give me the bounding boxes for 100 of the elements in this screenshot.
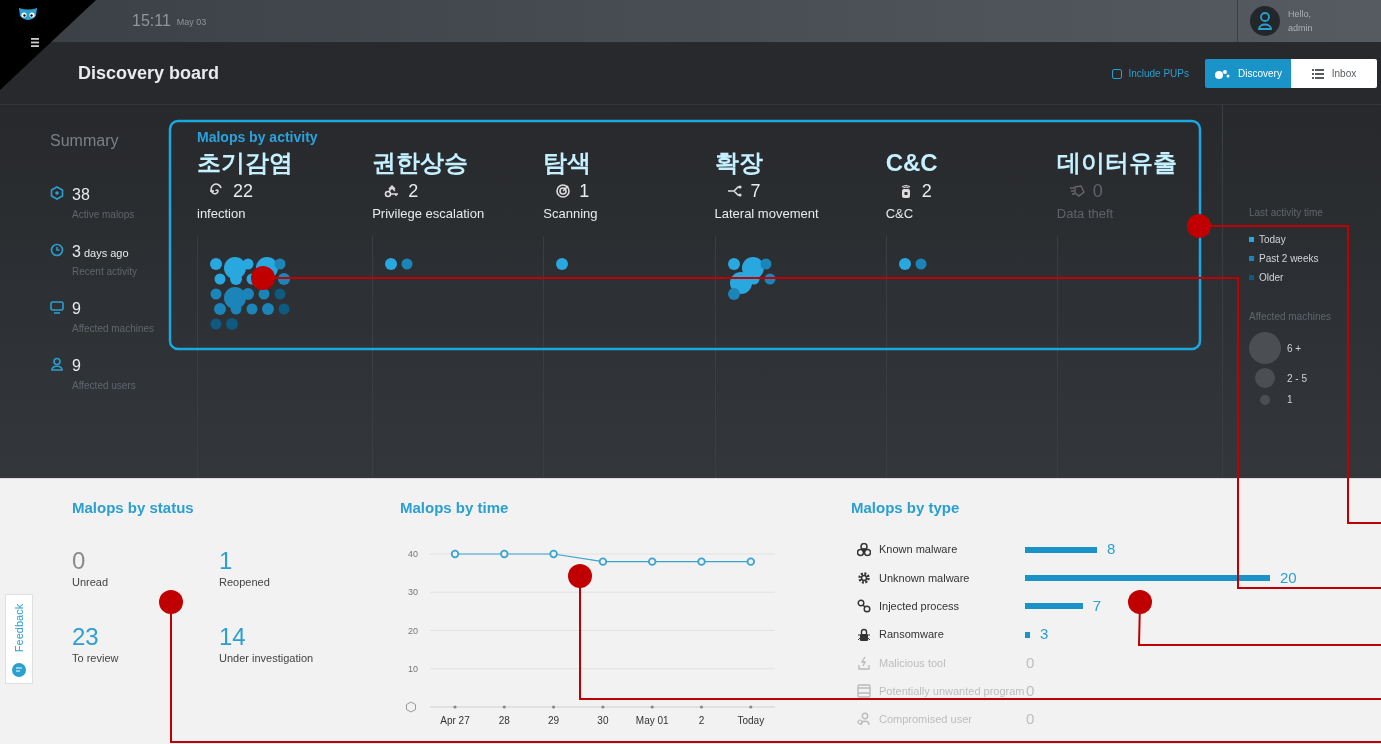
greeting-text: admin — [1288, 22, 1313, 35]
data-point[interactable] — [598, 556, 608, 566]
list-icon — [1311, 68, 1324, 79]
bubble-cluster-drawing — [725, 255, 777, 301]
section-title: Malops by time — [400, 498, 510, 518]
stage-label: Privilege escalation — [372, 205, 486, 223]
status-count: 23 — [72, 624, 100, 650]
clock-time: 15:11 — [132, 11, 171, 31]
axis-tick-label: 30 — [597, 714, 609, 726]
type-count: 20 — [1280, 567, 1297, 588]
include-pups-checkbox[interactable]: Include PUPs — [1112, 66, 1189, 81]
bubble-cluster-drawing — [383, 255, 415, 271]
bubbles-icon — [1214, 68, 1231, 79]
summary-label: Recent activity — [72, 265, 138, 279]
menu-icon[interactable] — [31, 38, 39, 47]
legend-label: Today — [1259, 233, 1286, 247]
bubble-cluster-drawing — [896, 255, 928, 271]
axis-tick-label: 10 — [408, 663, 418, 674]
chat-icon — [12, 663, 26, 677]
legend-label: 6 + — [1287, 341, 1302, 356]
radar-icon — [555, 183, 572, 199]
data-point[interactable] — [746, 556, 755, 566]
stage-label: Scanning — [543, 205, 599, 223]
summary-label: Active malops — [72, 208, 135, 222]
size-circle-icon — [1260, 394, 1270, 405]
type-label: Injected process — [879, 599, 961, 614]
type-count: 8 — [1107, 539, 1116, 560]
view-tab[interactable]: Inbox — [1291, 59, 1377, 88]
axis-tick-label: 2 — [698, 714, 705, 726]
axis-tick-label: Today — [737, 714, 765, 726]
stage-count: 2 — [921, 179, 932, 203]
data-point[interactable] — [549, 549, 558, 558]
gear-icon — [857, 570, 871, 585]
summary-suffix: days ago — [83, 246, 129, 261]
status-count: 14 — [219, 624, 247, 650]
user-icon — [50, 357, 64, 371]
user-icon — [857, 712, 871, 727]
marker-dot — [1187, 214, 1211, 238]
feedback-tab[interactable]: Feedback — [5, 594, 33, 684]
annotation-label: C&C — [885, 149, 939, 177]
summary-title: Summary — [50, 131, 120, 151]
marker-dot — [568, 564, 592, 588]
stage-count: 22 — [233, 179, 254, 203]
section-title: Malops by type — [851, 498, 961, 518]
marker-dot — [1128, 590, 1152, 614]
stage-count: 2 — [408, 179, 419, 203]
stage-label: infection — [197, 205, 247, 223]
key-icon — [384, 183, 401, 199]
axis-tick-label: 28 — [498, 714, 510, 726]
data-point[interactable] — [450, 549, 460, 558]
clock-icon — [50, 243, 64, 257]
annotation-label: 데이터유출 — [1056, 149, 1178, 177]
data-point[interactable] — [648, 556, 657, 566]
download-icon — [857, 655, 871, 670]
axis-tick-label: Apr 27 — [440, 714, 470, 726]
stage-count: 7 — [750, 179, 761, 203]
hexagon-icon — [50, 186, 64, 200]
legend-label: 2 - 5 — [1287, 371, 1307, 386]
greeting-text: Hello, — [1288, 8, 1312, 21]
data-point[interactable] — [500, 549, 509, 558]
status-label: To review — [72, 651, 120, 666]
stage-count: 1 — [579, 179, 590, 203]
status-label: Reopened — [219, 574, 271, 590]
monitor-icon — [50, 300, 64, 314]
page-title: Discovery board — [78, 62, 220, 85]
status-label: Unread — [72, 574, 110, 590]
linked-circles-icon — [857, 599, 871, 614]
count-bar — [1025, 631, 1030, 638]
section-title: Malops by activity — [197, 129, 319, 145]
section-title: Malops by status — [72, 498, 195, 518]
annotation-label: 확장 — [714, 149, 764, 177]
axis-tick-label: 29 — [548, 714, 560, 726]
stage-label: Data theft — [1056, 205, 1115, 223]
axis-tick-label: 20 — [408, 625, 418, 635]
type-count: 7 — [1092, 596, 1101, 616]
size-circle-icon — [1255, 368, 1275, 388]
type-count: 3 — [1040, 624, 1049, 645]
bubble-cluster-drawing — [554, 255, 570, 271]
summary-value: 38 — [72, 185, 90, 205]
status-count: 1 — [219, 547, 234, 574]
status-label: Under investigation — [219, 651, 315, 666]
branch-icon — [726, 183, 743, 199]
axis-tick-label: 40 — [408, 548, 418, 559]
view-tab[interactable]: Discovery — [1205, 59, 1291, 88]
data-point[interactable] — [697, 556, 706, 566]
count-bar — [1025, 603, 1083, 610]
summary-value: 3 — [72, 242, 81, 262]
padlock-icon — [857, 627, 871, 642]
type-label: Ransomware — [879, 627, 945, 643]
stage-label: C&C — [885, 205, 915, 223]
legend-label: Older — [1259, 271, 1284, 285]
size-circle-icon — [1249, 332, 1281, 364]
stage-count: 0 — [1092, 179, 1103, 203]
axis-tick-label: 30 — [408, 586, 418, 597]
legend-label: 1 — [1287, 393, 1293, 407]
marker-dot — [159, 590, 183, 614]
legend-label: Past 2 weeks — [1259, 252, 1319, 266]
annotation-label: 탐색 — [543, 149, 593, 177]
avatar-icon[interactable] — [1250, 6, 1280, 36]
stage-label: Lateral movement — [714, 205, 820, 223]
